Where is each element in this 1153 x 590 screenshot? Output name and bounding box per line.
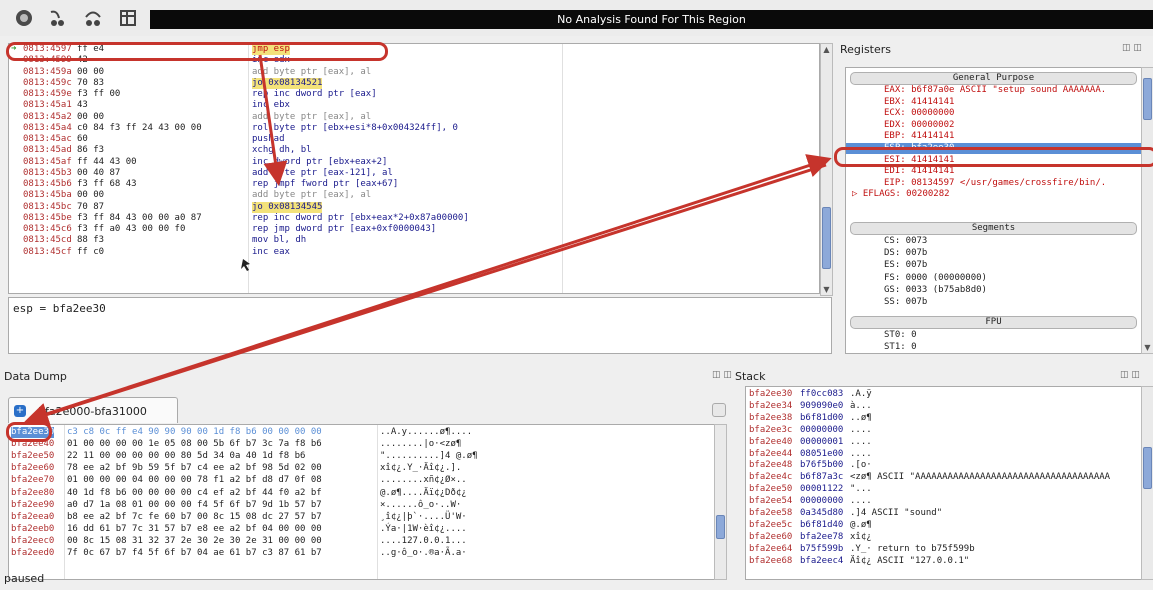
mouse-cursor-icon xyxy=(241,259,250,271)
annotation-arrows xyxy=(24,54,832,426)
arrow-jmp-icon xyxy=(258,54,288,186)
arrow-to-dump-icon xyxy=(24,163,827,426)
